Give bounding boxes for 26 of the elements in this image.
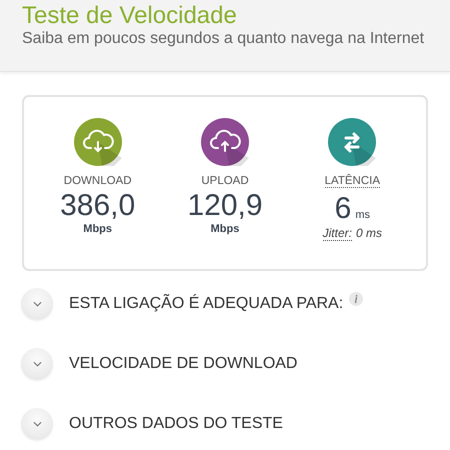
metric-unit: Mbps bbox=[210, 223, 240, 235]
page-title: Teste de Velocidade bbox=[22, 2, 238, 30]
metric-value: 6 bbox=[334, 192, 352, 226]
section-title[interactable]: ESTA LIGAÇÃO É ADEQUADA PARA: bbox=[69, 295, 344, 313]
metric-label: LATÊNCIA bbox=[324, 175, 380, 188]
expand-button[interactable] bbox=[21, 408, 53, 440]
transfer-arrows-icon bbox=[328, 118, 376, 166]
page-subtitle: Saiba em poucos segundos a quanto navega na Internet bbox=[22, 30, 426, 48]
jitter-value: 0 ms bbox=[356, 226, 382, 241]
metric-unit: ms bbox=[355, 209, 370, 221]
jitter-label: Jitter: bbox=[322, 226, 352, 241]
metric-value: 120,9 bbox=[187, 189, 263, 223]
chevron-icon bbox=[32, 421, 42, 427]
metric-label: DOWNLOAD bbox=[64, 175, 132, 187]
expand-button[interactable] bbox=[21, 348, 53, 380]
metric-label: UPLOAD bbox=[201, 175, 249, 187]
info-icon[interactable] bbox=[349, 292, 364, 306]
cloud-download-icon bbox=[74, 118, 122, 166]
chevron-icon bbox=[32, 301, 42, 307]
section-title[interactable]: OUTROS DADOS DO TESTE bbox=[69, 415, 283, 433]
expand-button[interactable] bbox=[21, 288, 53, 320]
section-title[interactable]: VELOCIDADE DE DOWNLOAD bbox=[69, 355, 298, 373]
metric-value: 386,0 bbox=[60, 189, 136, 223]
metric-unit: Mbps bbox=[83, 223, 112, 235]
chevron-icon bbox=[32, 361, 42, 367]
cloud-upload-icon bbox=[200, 118, 249, 166]
